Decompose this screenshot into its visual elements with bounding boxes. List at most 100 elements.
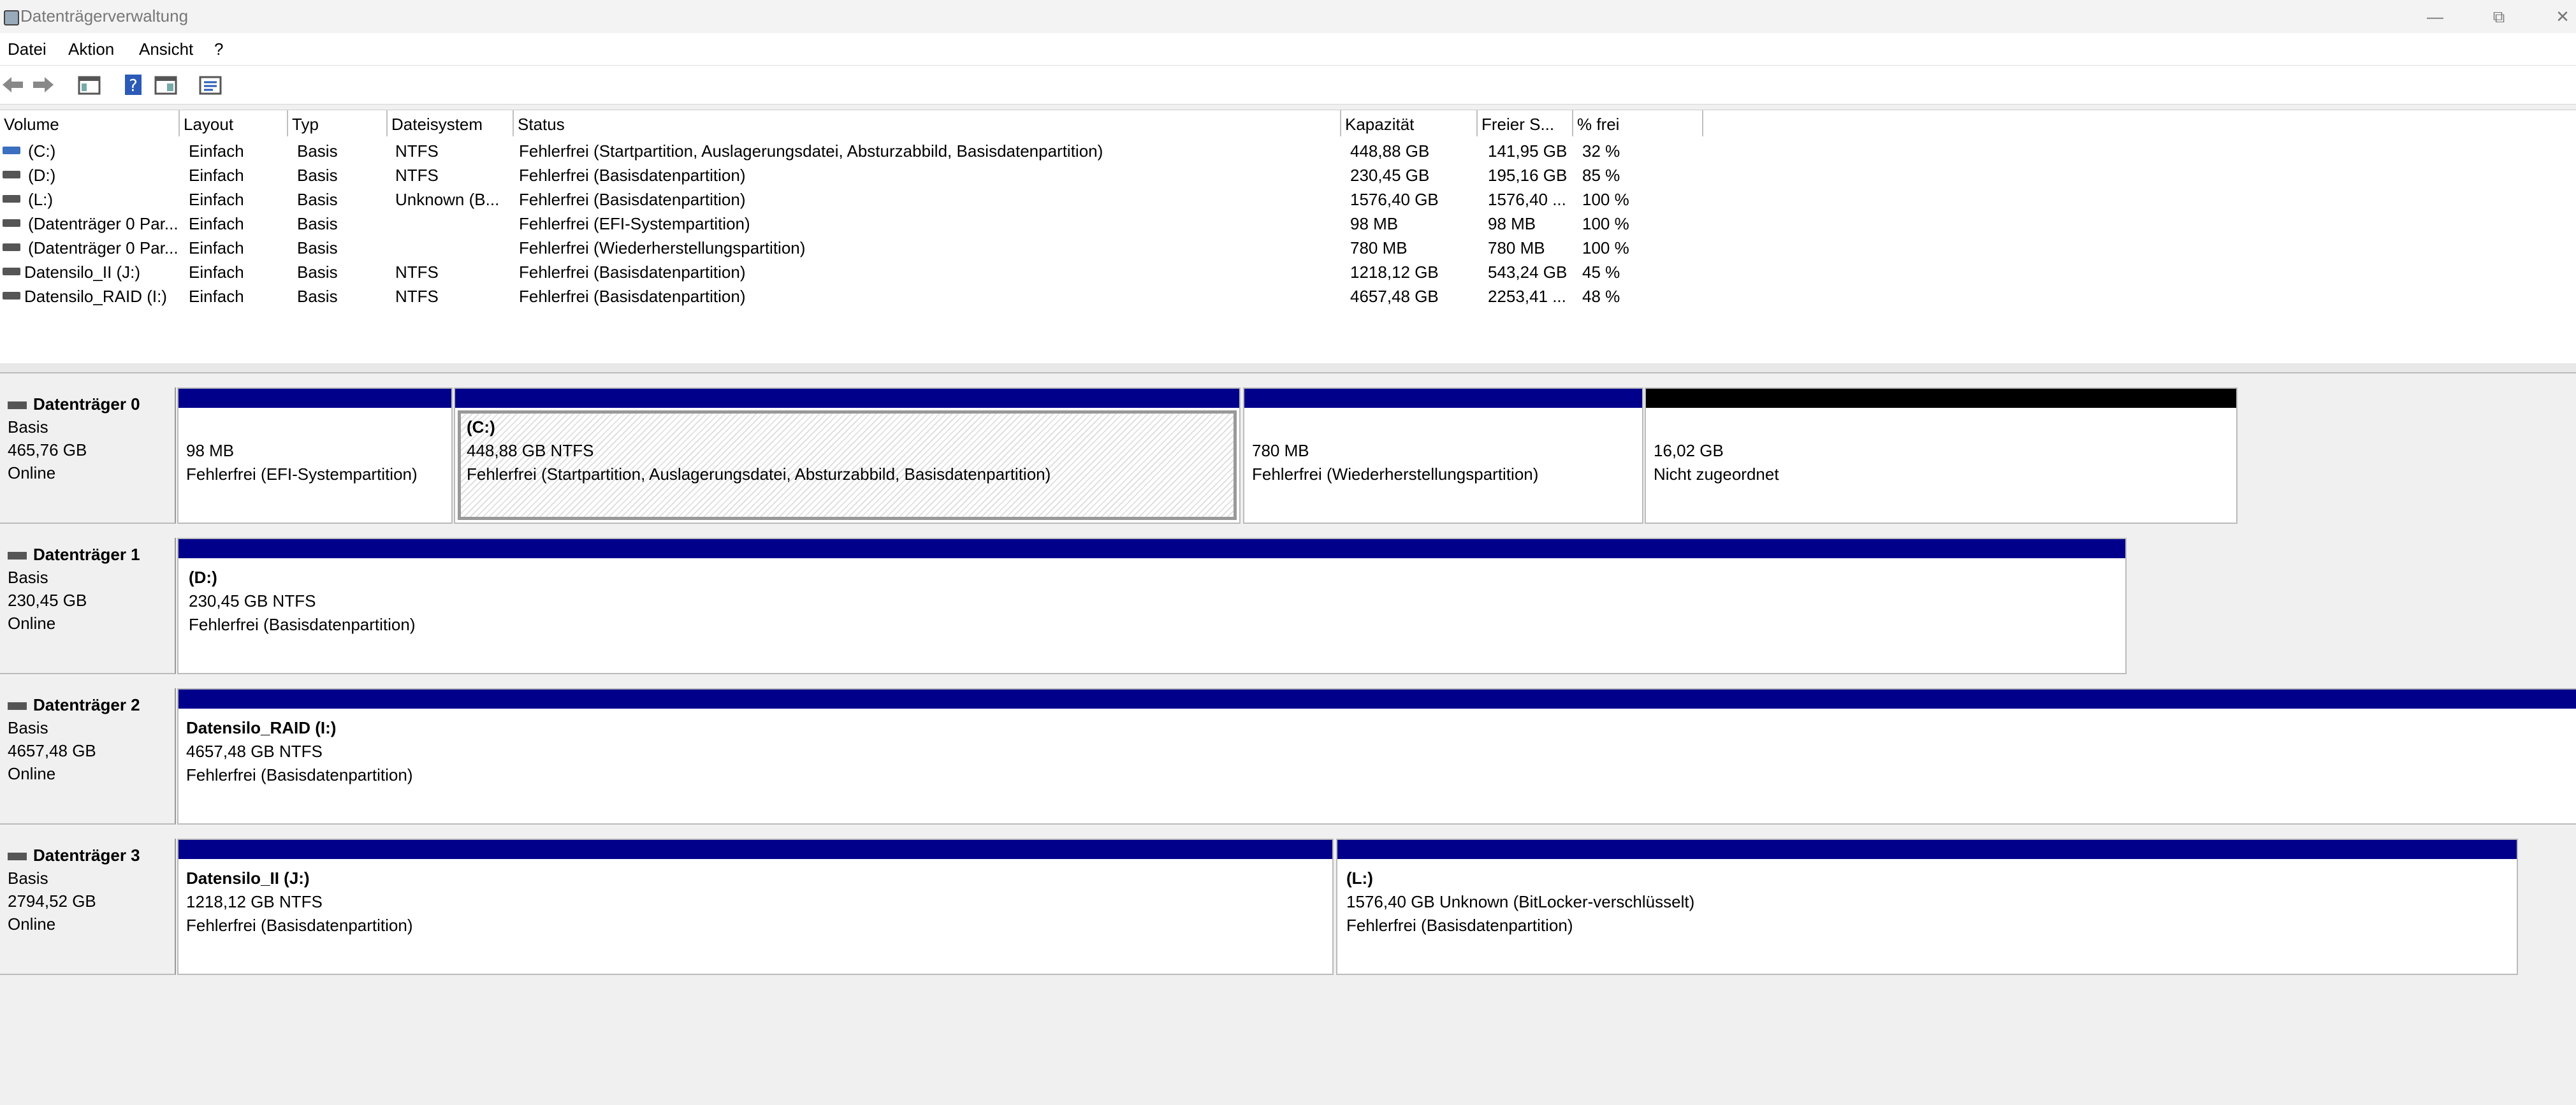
disk-size: 2794,52 GB <box>8 892 96 911</box>
volume-status: Fehlerfrei (Wiederherstellungspartition) <box>519 238 806 257</box>
volume-layout: Einfach <box>189 263 244 282</box>
volume-capacity: 448,88 GB <box>1350 141 1430 161</box>
volume-row-recovery[interactable]: (Datenträger 0 Par... Einfach Basis Fehl… <box>0 236 2576 260</box>
column-kapazitaet[interactable]: Kapazität <box>1341 110 1478 137</box>
volume-row-efi[interactable]: (Datenträger 0 Par... Einfach Basis Fehl… <box>0 212 2576 236</box>
partition-name: Datensilo_RAID (I:) <box>186 718 337 737</box>
restore-icon[interactable]: ⧉ <box>2480 4 2518 29</box>
disk-icon <box>8 702 27 711</box>
drive-icon <box>3 292 20 300</box>
volume-pct-free: 45 % <box>1582 263 1620 282</box>
disk-type: Basis <box>8 417 48 437</box>
column-layout[interactable]: Layout <box>180 110 288 137</box>
console-tree-icon[interactable] <box>76 72 102 98</box>
partition-bar <box>178 389 451 408</box>
volume-status: Fehlerfrei (Startpartition, Auslagerungs… <box>519 141 1103 161</box>
volume-free: 141,95 GB <box>1488 141 1568 161</box>
partition-status: Fehlerfrei (Basisdatenpartition) <box>186 916 413 935</box>
partition-bar <box>178 539 2125 558</box>
minimize-icon[interactable]: — <box>2416 4 2454 29</box>
partition-name <box>1654 415 2232 439</box>
menu-ansicht[interactable]: Ansicht <box>139 40 193 59</box>
disk-icon <box>8 552 27 560</box>
partition-size: 98 MB <box>186 441 235 460</box>
volume-fs: Unknown (B... <box>395 190 500 209</box>
volume-pct-free: 100 % <box>1582 190 1629 209</box>
disk-name: Datenträger 3 <box>33 846 140 865</box>
partition-status: Fehlerfrei (Basisdatenpartition) <box>186 765 413 784</box>
volume-capacity: 230,45 GB <box>1350 166 1430 185</box>
unallocated-space[interactable]: 16,02 GB Nicht zugeordnet <box>1645 387 2238 524</box>
volume-layout: Einfach <box>189 238 244 257</box>
disk-size: 230,45 GB <box>8 591 87 610</box>
partition-bar <box>178 690 2576 709</box>
volume-pct-free: 100 % <box>1582 238 1629 257</box>
back-arrow-icon[interactable] <box>0 72 25 98</box>
partition-recovery[interactable]: 780 MB Fehlerfrei (Wiederherstellungspar… <box>1243 387 1643 524</box>
system-drive-icon <box>3 147 20 154</box>
volume-row-d[interactable]: (D:) Einfach Basis NTFS Fehlerfrei (Basi… <box>0 163 2576 187</box>
volume-row-c[interactable]: (C:) Einfach Basis NTFS Fehlerfrei (Star… <box>0 139 2576 163</box>
forward-arrow-icon[interactable] <box>31 72 56 98</box>
partition-i[interactable]: Datensilo_RAID (I:) 4657,48 GB NTFS Fehl… <box>177 688 2576 825</box>
drive-icon <box>3 219 20 227</box>
volume-capacity: 1576,40 GB <box>1350 190 1439 209</box>
action-pane-icon[interactable] <box>153 72 178 98</box>
volume-layout: Einfach <box>189 190 244 209</box>
volume-name: (Datenträger 0 Par... <box>28 214 178 233</box>
volume-row-j[interactable]: Datensilo_II (J:) Einfach Basis NTFS Feh… <box>0 260 2576 284</box>
partition-d[interactable]: (D:) 230,45 GB NTFS Fehlerfrei (Basisdat… <box>177 538 2127 674</box>
volume-capacity: 780 MB <box>1350 238 1408 257</box>
partition-l[interactable]: (L:) 1576,40 GB Unknown (BitLocker-versc… <box>1336 839 2518 975</box>
menu-aktion[interactable]: Aktion <box>68 40 114 59</box>
close-icon[interactable]: ✕ <box>2543 4 2576 29</box>
volume-row-l[interactable]: (L:) Einfach Basis Unknown (B... Fehlerf… <box>0 187 2576 212</box>
column-dateisystem[interactable]: Dateisystem <box>388 110 514 137</box>
menu-help[interactable]: ? <box>214 40 223 59</box>
volume-typ: Basis <box>297 214 338 233</box>
volume-status: Fehlerfrei (Basisdatenpartition) <box>519 287 746 306</box>
disk-0-label[interactable]: Datenträger 0 Basis 465,76 GB Online <box>0 387 176 524</box>
properties-icon[interactable] <box>198 72 223 98</box>
volume-status: Fehlerfrei (Basisdatenpartition) <box>519 166 746 185</box>
disk-management-app-icon <box>4 10 19 25</box>
volume-fs: NTFS <box>395 287 439 306</box>
disk-icon <box>8 401 27 410</box>
partition-bar <box>1244 389 1642 408</box>
volume-layout: Einfach <box>189 214 244 233</box>
volume-layout: Einfach <box>189 141 244 161</box>
disk-3-label[interactable]: Datenträger 3 Basis 2794,52 GB Online <box>0 839 176 975</box>
volume-status: Fehlerfrei (Basisdatenpartition) <box>519 190 746 209</box>
column-status[interactable]: Status <box>514 110 1341 137</box>
disk-type: Basis <box>8 718 48 737</box>
pane-splitter[interactable] <box>0 363 2576 373</box>
partition-name: (C:) <box>467 417 495 437</box>
partition-j[interactable]: Datensilo_II (J:) 1218,12 GB NTFS Fehler… <box>177 839 1334 975</box>
disk-name: Datenträger 1 <box>33 545 140 564</box>
disk-2-label[interactable]: Datenträger 2 Basis 4657,48 GB Online <box>0 688 176 825</box>
disk-1-label[interactable]: Datenträger 1 Basis 230,45 GB Online <box>0 538 176 674</box>
menu-datei[interactable]: Datei <box>8 40 47 59</box>
help-icon[interactable]: ? <box>121 72 147 98</box>
volume-name: Datensilo_RAID (I:) <box>24 287 167 306</box>
column-freier-speicher[interactable]: Freier S... <box>1478 110 1573 137</box>
volume-list: (C:) Einfach Basis NTFS Fehlerfrei (Star… <box>0 136 2576 363</box>
column-prozent-frei[interactable]: % frei <box>1573 110 1703 137</box>
volume-pct-free: 32 % <box>1582 141 1620 161</box>
partition-size: 448,88 GB NTFS <box>467 441 594 460</box>
column-typ[interactable]: Typ <box>288 110 388 137</box>
volume-capacity: 98 MB <box>1350 214 1399 233</box>
volume-row-i[interactable]: Datensilo_RAID (I:) Einfach Basis NTFS F… <box>0 284 2576 308</box>
partition-efi[interactable]: 98 MB Fehlerfrei (EFI-Systempartition) <box>177 387 453 524</box>
partition-size: 780 MB <box>1252 441 1309 460</box>
volume-free: 2253,41 ... <box>1488 287 1566 306</box>
volume-name: (L:) <box>28 190 53 209</box>
volume-free: 1576,40 ... <box>1488 190 1566 209</box>
toolbar: ? <box>0 66 2576 105</box>
disk-state: Online <box>8 914 56 934</box>
disk-type: Basis <box>8 869 48 888</box>
volume-fs: NTFS <box>395 141 439 161</box>
partition-c[interactable]: (C:) 448,88 GB NTFS Fehlerfrei (Startpar… <box>454 387 1241 524</box>
window-title: Datenträgerverwaltung <box>20 6 189 25</box>
column-volume[interactable]: Volume <box>0 110 180 137</box>
